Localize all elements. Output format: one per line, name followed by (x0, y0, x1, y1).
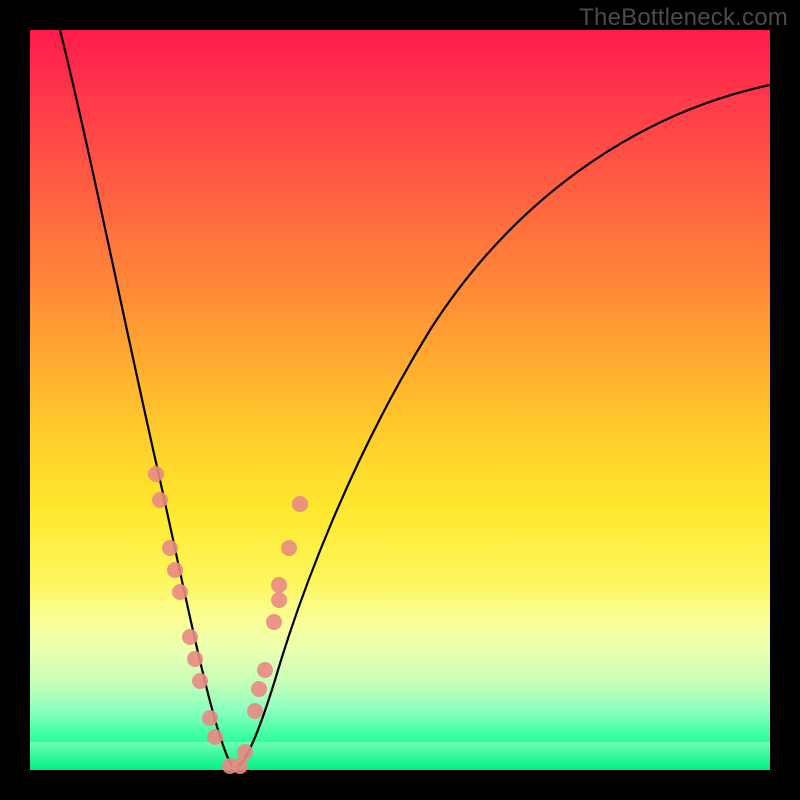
data-point-marker (292, 496, 308, 512)
chart-frame: TheBottleneck.com (0, 0, 800, 800)
data-point-marker (182, 629, 198, 645)
data-point-marker (162, 540, 178, 556)
curve-left-branch (60, 30, 235, 768)
data-point-marker (251, 681, 267, 697)
bottleneck-curve (30, 30, 770, 770)
data-point-marker (247, 703, 263, 719)
data-point-marker (237, 744, 253, 760)
data-point-marker (207, 729, 223, 745)
data-point-marker (232, 758, 248, 774)
curve-right-branch (235, 85, 770, 768)
data-point-marker (148, 466, 164, 482)
data-point-marker (281, 540, 297, 556)
data-point-marker (187, 651, 203, 667)
data-point-marker (202, 710, 218, 726)
watermark-text: TheBottleneck.com (579, 4, 788, 32)
plot-area (30, 30, 770, 770)
data-point-marker (257, 662, 273, 678)
